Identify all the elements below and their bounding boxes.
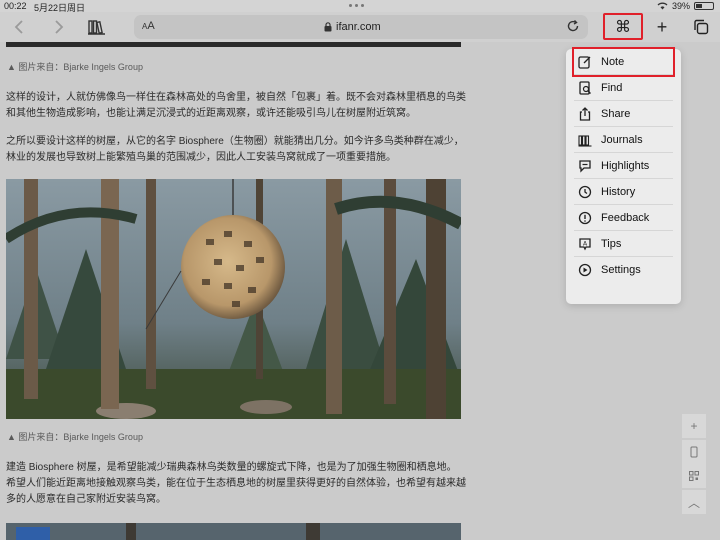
menu-item-feedback[interactable]: Feedback bbox=[574, 205, 673, 231]
command-icon: ⌘ bbox=[615, 18, 631, 36]
tips-icon: A bbox=[577, 236, 593, 252]
phone-icon bbox=[690, 446, 698, 458]
bookmarks-button[interactable] bbox=[86, 15, 108, 39]
qr-button[interactable] bbox=[682, 464, 706, 488]
menu-item-label: History bbox=[601, 185, 636, 198]
menu-item-label: Find bbox=[601, 81, 623, 94]
menu-item-share[interactable]: Share bbox=[574, 101, 673, 127]
menu-item-label: Share bbox=[601, 107, 631, 120]
zoom-in-button[interactable]: + bbox=[682, 414, 706, 438]
multitasking-dots[interactable] bbox=[349, 4, 364, 7]
reload-button[interactable] bbox=[566, 19, 580, 38]
tabs-icon bbox=[694, 19, 709, 35]
status-time: 00:22 bbox=[4, 1, 27, 11]
page-toggle-button[interactable] bbox=[682, 440, 706, 464]
command-menu: Note Find Share Journals Highlights Hist… bbox=[566, 47, 681, 304]
highlights-icon bbox=[577, 158, 593, 174]
new-tab-button[interactable]: + bbox=[652, 15, 672, 39]
menu-item-label: Tips bbox=[601, 237, 622, 250]
previous-image-bottom bbox=[6, 42, 461, 47]
article-paragraph: 之所以要设计这样的树屋，从它的名字 Biosphere（生物圈）就能猜出几分。如… bbox=[6, 136, 464, 163]
note-icon bbox=[577, 54, 593, 70]
browser-toolbar: AA ifanr.com ⌘ + bbox=[0, 12, 720, 42]
menu-item-label: Feedback bbox=[601, 211, 650, 224]
url-display[interactable]: ifanr.com bbox=[324, 21, 381, 33]
menu-item-find[interactable]: Find bbox=[574, 75, 673, 101]
status-right: 39% bbox=[657, 1, 714, 11]
journals-icon bbox=[577, 132, 593, 148]
feedback-icon bbox=[577, 210, 593, 226]
find-icon bbox=[577, 80, 593, 96]
forest-sphere-photo bbox=[6, 179, 461, 419]
menu-item-label: Settings bbox=[601, 264, 641, 276]
next-photo-top bbox=[6, 523, 461, 540]
menu-item-settings[interactable]: Settings bbox=[574, 257, 673, 283]
biosphere-treehouse-image bbox=[6, 179, 461, 419]
chevron-up-icon: ︿ bbox=[687, 495, 700, 510]
battery-percent: 39% bbox=[671, 1, 690, 11]
article-paragraph: 这样的设计，人就仿佛像鸟一样住在森林高处的鸟舍里，被自然「包裹」着。既不会对森林… bbox=[6, 92, 466, 119]
reload-icon bbox=[567, 20, 579, 32]
plus-icon: + bbox=[690, 419, 698, 433]
image-caption: ▲ 图片来自：Bjarke Ingels Group bbox=[7, 432, 143, 442]
menu-item-note[interactable]: Note bbox=[572, 47, 675, 77]
menu-item-tips[interactable]: A Tips bbox=[574, 231, 673, 257]
back-button[interactable] bbox=[8, 15, 30, 39]
menu-item-label: Note bbox=[601, 55, 625, 68]
qr-icon bbox=[689, 471, 699, 481]
chevron-left-icon bbox=[14, 20, 23, 34]
image-caption: ▲ 图片来自：Bjarke Ingels Group bbox=[7, 62, 143, 72]
settings-icon bbox=[577, 262, 593, 278]
article-paragraph: 建造 Biosphere 树屋，是希望能减少瑞典森林鸟类数量的螺旋式下降，也是为… bbox=[6, 462, 466, 505]
tab-overview-button[interactable] bbox=[690, 15, 712, 39]
url-text: ifanr.com bbox=[336, 21, 381, 33]
command-extension-button[interactable]: ⌘ bbox=[603, 13, 643, 40]
menu-item-label: Highlights bbox=[601, 159, 650, 172]
share-icon bbox=[577, 106, 593, 122]
menu-item-history[interactable]: History bbox=[574, 179, 673, 205]
scroll-top-button[interactable]: ︿ bbox=[682, 490, 706, 514]
lock-icon bbox=[324, 22, 332, 32]
history-icon bbox=[577, 184, 593, 200]
plus-icon: + bbox=[656, 16, 668, 37]
address-bar[interactable]: AA ifanr.com bbox=[134, 15, 588, 39]
reader-text-size-button[interactable]: AA bbox=[142, 20, 155, 32]
menu-item-highlights[interactable]: Highlights bbox=[574, 153, 673, 179]
battery-icon bbox=[694, 2, 714, 10]
chevron-right-icon bbox=[55, 20, 64, 34]
menu-item-journals[interactable]: Journals bbox=[574, 127, 673, 153]
wifi-icon bbox=[657, 2, 668, 10]
next-image-strip bbox=[6, 523, 461, 540]
menu-item-label: Journals bbox=[601, 133, 643, 146]
library-icon bbox=[88, 20, 105, 35]
status-bar: 00:22 5月22日周日 39% bbox=[0, 0, 720, 13]
forward-button[interactable] bbox=[48, 15, 70, 39]
